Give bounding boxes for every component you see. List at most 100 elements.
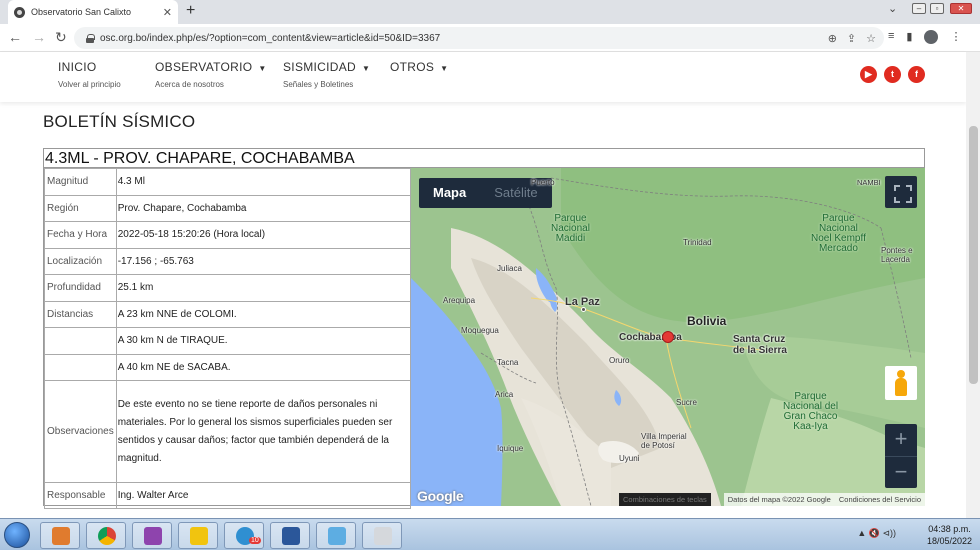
profile-avatar[interactable] xyxy=(924,30,939,44)
address-bar[interactable]: osc.org.bo/index.php/es/?option=com_cont… xyxy=(74,27,884,49)
paint-icon xyxy=(374,527,392,545)
nav-item-sismicidad[interactable]: SISMICIDAD ▼ Señales y Boletines xyxy=(283,60,370,89)
nav-item-sublabel: Señales y Boletines xyxy=(283,80,354,89)
distance-value: A 40 km NE de SACABA. xyxy=(115,353,412,381)
map-label: Villa Imperial de Potosí xyxy=(641,432,687,450)
map-label: Juliaca xyxy=(497,264,522,273)
map-label: Puerto xyxy=(531,178,555,187)
map-label: Arica xyxy=(495,390,514,399)
side-panel-icon[interactable]: ▮ xyxy=(906,30,912,44)
taskbar-app-chrome[interactable] xyxy=(86,522,126,549)
share-icon[interactable]: ⇪ xyxy=(847,32,856,45)
chevron-down-icon: ▼ xyxy=(258,64,267,73)
map-type-map-button[interactable]: Mapa xyxy=(419,178,480,208)
nav-item-inicio[interactable]: INICIO Volver al principio xyxy=(58,60,121,89)
zoom-in-button[interactable]: + xyxy=(885,424,917,456)
forward-arrow-icon[interactable]: → xyxy=(32,29,46,45)
observations-value: De este evento no se tiene reporte de da… xyxy=(115,380,412,483)
taskbar-app-word[interactable] xyxy=(270,522,310,549)
taskbar-app-ic[interactable] xyxy=(132,522,172,549)
start-button[interactable] xyxy=(4,522,30,548)
bookmark-star-icon[interactable]: ☆ xyxy=(866,32,876,45)
tab-search-chevron-icon[interactable]: ⌄ xyxy=(888,2,897,15)
chevron-down-icon: ▼ xyxy=(440,64,449,73)
map-attribution: Datos del mapa ©2022 Google Condiciones … xyxy=(723,493,925,506)
depth-value: 25.1 km xyxy=(115,274,412,302)
site-favicon-icon xyxy=(14,6,25,18)
fullscreen-icon[interactable] xyxy=(885,176,917,208)
zoom-out-button[interactable]: − xyxy=(885,457,917,489)
nav-item-sublabel: Acerca de nosotros xyxy=(155,80,224,89)
magnitude-label: Magnitud xyxy=(44,168,117,196)
menu-kebab-icon[interactable]: ⋮ xyxy=(950,30,961,44)
zoom-icon[interactable]: ⊕ xyxy=(828,32,837,45)
map-data-credit: Datos del mapa ©2022 Google xyxy=(727,495,831,504)
distance-value: A 30 km N de TIRAQUE. xyxy=(115,327,412,355)
earthquake-marker-icon[interactable] xyxy=(662,331,674,343)
chevron-down-icon: ▼ xyxy=(362,64,371,73)
browser-tab[interactable]: Observatorio San Calixto ✕ xyxy=(8,0,178,24)
new-tab-button[interactable]: + xyxy=(186,2,195,20)
twitter-icon[interactable]: t xyxy=(884,66,901,83)
notes-icon xyxy=(328,527,346,545)
scrollbar-thumb[interactable] xyxy=(969,126,978,384)
datetime-label: Fecha y Hora xyxy=(44,221,117,249)
tab-close-icon[interactable]: ✕ xyxy=(163,6,172,19)
restore-window-button[interactable]: ▫ xyxy=(930,3,944,14)
responsible-value: Ing. Walter Arce xyxy=(115,482,412,509)
taskbar-app-media-player[interactable] xyxy=(40,522,80,549)
map-label: Bolivia xyxy=(687,314,727,328)
zoom-control: + − xyxy=(885,424,917,488)
notification-badge: 10 xyxy=(249,537,261,544)
map-label: Pontes e Lacerda xyxy=(881,246,913,264)
nav-item-label: INICIO xyxy=(58,60,97,74)
location-value: -17.156 ; -65.763 xyxy=(115,247,412,275)
minimize-window-button[interactable]: – xyxy=(912,3,926,14)
youtube-icon[interactable]: ▶ xyxy=(860,66,877,83)
page-title: BOLETÍN SÍSMICO xyxy=(43,112,196,131)
table-row: Fecha y Hora 2022-05-18 15:20:26 (Hora l… xyxy=(44,221,412,249)
map-label: NAMBI xyxy=(857,178,881,187)
region-label: Región xyxy=(44,194,117,222)
map-view[interactable]: Mapa Satélite Puerto NAMBI Parque Nacion… xyxy=(411,168,925,506)
ic-app-icon xyxy=(144,527,162,545)
map-label: Uyuni xyxy=(619,454,640,463)
terms-link[interactable]: Condiciones del Servicio xyxy=(839,493,921,506)
back-arrow-icon[interactable]: ← xyxy=(8,29,22,45)
page-scrollbar[interactable] xyxy=(966,52,980,518)
close-window-button[interactable]: ✕ xyxy=(950,3,972,14)
map-label: Tacna xyxy=(497,358,519,367)
map-label: Parque Nacional del Gran Chaco Kaa-Iya xyxy=(783,391,839,432)
lock-icon xyxy=(86,33,95,43)
nav-item-otros[interactable]: OTROS ▼ xyxy=(390,60,448,74)
map-label: Iquique xyxy=(497,444,524,453)
nav-item-observatorio[interactable]: OBSERVATORIO ▼ Acerca de nosotros xyxy=(155,60,267,89)
datetime-value: 2022-05-18 15:20:26 (Hora local) xyxy=(115,221,412,249)
taskbar-app-telegram[interactable]: 10 xyxy=(224,522,264,549)
distance-value: A 23 km NNE de COLOMI. xyxy=(115,300,412,328)
map-label: Sucre xyxy=(676,398,697,407)
keyboard-shortcuts-link[interactable]: Combinaciones de teclas xyxy=(619,493,711,506)
table-row: Profundidad 25.1 km xyxy=(44,274,412,302)
taskbar-app-notes[interactable] xyxy=(316,522,356,549)
region-value: Prov. Chapare, Cochabamba xyxy=(115,194,412,222)
system-clock[interactable]: 04:38 p.m. 18/05/2022 xyxy=(927,523,972,547)
responsible-label: Responsable xyxy=(44,482,117,509)
empty-cell xyxy=(44,353,117,381)
taskbar-app-paint[interactable] xyxy=(362,522,402,549)
facebook-icon[interactable]: f xyxy=(908,66,925,83)
reload-icon[interactable]: ↻ xyxy=(55,29,67,46)
windows-taskbar: 10 ▲ 🔇 ⊲)) 04:38 p.m. 18/05/2022 xyxy=(0,518,980,550)
system-tray-icons[interactable]: ▲ 🔇 ⊲)) xyxy=(857,528,896,539)
reading-list-icon[interactable]: ≡ xyxy=(888,30,894,44)
map-label: Parque Nacional Madidi xyxy=(551,213,590,244)
street-view-pegman-icon[interactable] xyxy=(885,366,917,400)
map-label: Santa Cruz de la Sierra xyxy=(733,334,787,356)
map-label: Oruro xyxy=(609,356,630,365)
nav-item-sublabel: Volver al principio xyxy=(58,80,121,89)
clock-date: 18/05/2022 xyxy=(926,536,972,546)
taskbar-app-file-explorer[interactable] xyxy=(178,522,218,549)
map-label: La Paz xyxy=(565,296,600,308)
table-row: Distancias A 23 km NNE de COLOMI. xyxy=(44,300,412,328)
report-table: Magnitud 4.3 Ml Región Prov. Chapare, Co… xyxy=(44,168,412,509)
